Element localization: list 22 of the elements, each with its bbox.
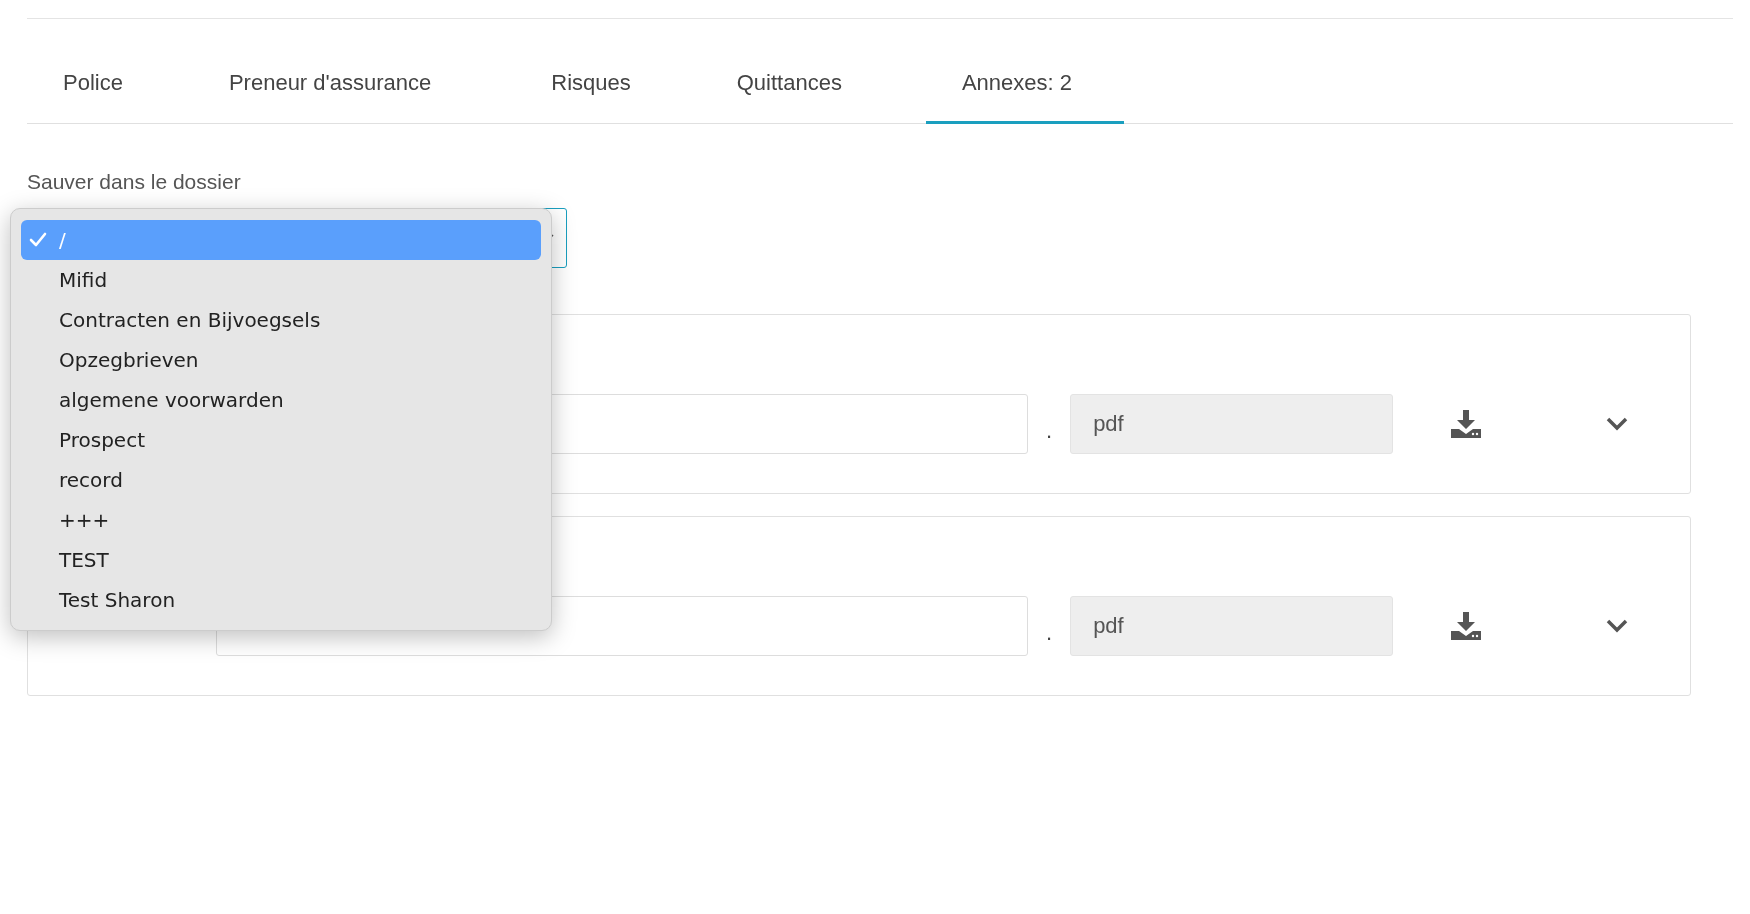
dropdown-option[interactable]: algemene voorwarden: [21, 380, 541, 420]
dropdown-option[interactable]: TEST: [21, 540, 541, 580]
extension-separator: .: [1046, 620, 1053, 646]
dropdown-option[interactable]: Opzegbrieven: [21, 340, 541, 380]
chevron-down-icon[interactable]: [1606, 619, 1629, 633]
extension-separator: .: [1046, 418, 1053, 444]
tab[interactable]: Risques: [515, 64, 701, 124]
field-label: Sauver dans le dossier: [27, 170, 242, 194]
tab[interactable]: Police: [27, 64, 193, 124]
tab[interactable]: Preneur d'assurance: [192, 64, 516, 124]
download-icon[interactable]: [1451, 612, 1482, 640]
download-icon[interactable]: [1451, 410, 1482, 438]
dropdown-option[interactable]: Prospect: [21, 420, 541, 460]
checkmark-icon: [29, 232, 47, 248]
dropdown-option[interactable]: Test Sharon: [21, 580, 541, 620]
chevron-down-icon[interactable]: [1606, 417, 1629, 431]
dropdown-option[interactable]: +++: [21, 500, 541, 540]
dropdown-option[interactable]: Contracten en Bijvoegsels: [21, 300, 541, 340]
tab[interactable]: Annexes: 2: [925, 64, 1124, 124]
dropdown-option[interactable]: record: [21, 460, 541, 500]
dropdown-option[interactable]: Mifid: [21, 260, 541, 300]
tab[interactable]: Quittances: [700, 64, 926, 124]
